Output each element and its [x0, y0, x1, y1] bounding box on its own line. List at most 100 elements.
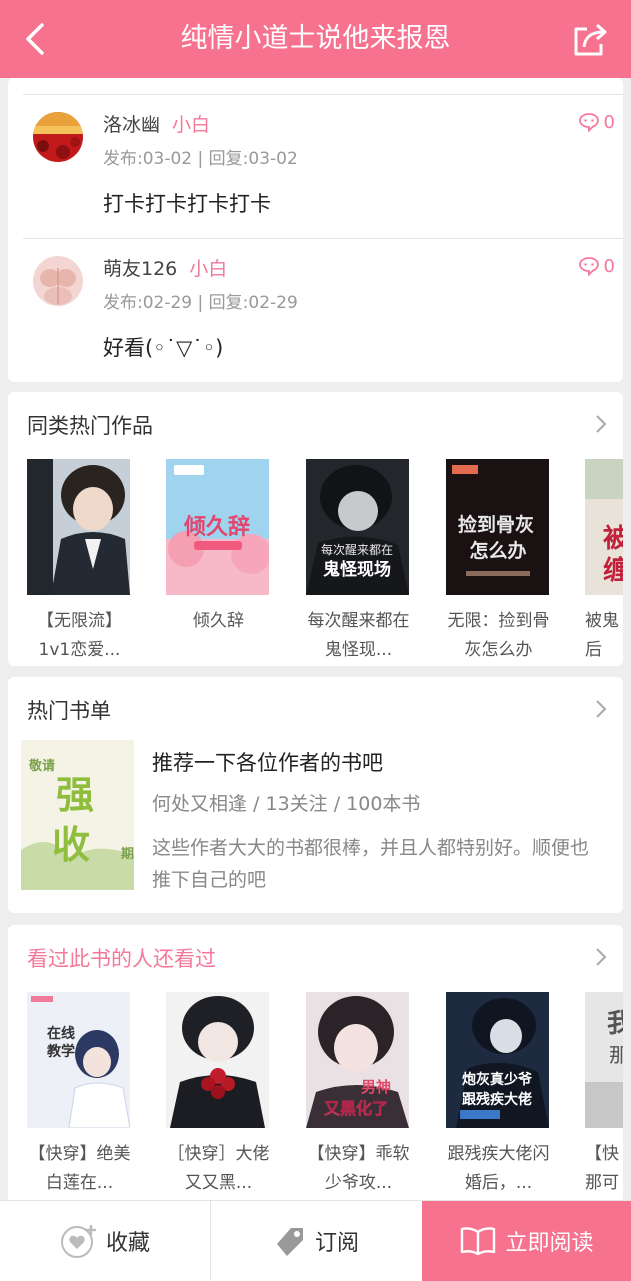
- comment-username[interactable]: 洛冰幽: [103, 114, 160, 136]
- book-title: 被鬼后: [585, 611, 619, 660]
- reply-count[interactable]: 0: [578, 254, 615, 278]
- book-cover[interactable]: 炮灰真少爷跟残疾大佬: [446, 992, 549, 1128]
- also-read-section: 看过此书的人还看过 在线 教学 【快穿】绝美白莲在... ［快穿］大佬又又黑...…: [8, 925, 623, 1205]
- book-title: 【快那可: [585, 1144, 619, 1193]
- heart-plus-icon: [60, 1225, 96, 1258]
- cover-text: 又黑化了: [323, 1099, 388, 1118]
- comment-user: 洛冰幽 小白: [103, 110, 210, 137]
- book-item[interactable]: 我那 【快那可: [585, 992, 623, 1193]
- book-cover[interactable]: [27, 459, 130, 595]
- cover-text: 倾久辞: [183, 514, 250, 540]
- collect-label: 收藏: [105, 1231, 150, 1256]
- cover-text: 每次醒来都在: [321, 542, 393, 557]
- comment-text: 打卡打卡打卡打卡: [103, 192, 271, 216]
- tag-icon: [276, 1228, 303, 1256]
- bottom-action-bar: 收藏 订阅 立即阅读: [0, 1200, 631, 1281]
- cover-text: 那: [609, 1043, 623, 1067]
- reply-count-value: 0: [603, 255, 615, 277]
- book-cover[interactable]: 我那: [585, 992, 623, 1128]
- comment-username[interactable]: 萌友126: [103, 258, 177, 280]
- section-title: 热门书单: [27, 699, 111, 723]
- reply-count-value: 0: [603, 111, 615, 133]
- book-row: 【无限流】1v1恋爱... 倾久辞 倾久辞 每次醒来都在鬼怪现场 每次醒来都在鬼…: [27, 459, 623, 660]
- reply-count[interactable]: 0: [578, 110, 615, 134]
- subscribe-button[interactable]: 订阅: [211, 1201, 421, 1281]
- book-cover[interactable]: 捡到骨灰 怎么办: [446, 459, 549, 595]
- chevron-right-icon[interactable]: [595, 699, 607, 719]
- cover-text: 我: [607, 1009, 623, 1039]
- cover-text: 缠: [603, 555, 623, 586]
- book-item[interactable]: 炮灰真少爷跟残疾大佬 跟残疾大佬闪婚后，...: [446, 992, 550, 1193]
- share-icon[interactable]: [571, 20, 611, 60]
- book-title: 【快穿】绝美白莲在...: [28, 1144, 131, 1193]
- comments-card: 洛冰幽 小白 发布:03-02 | 回复:03-02 打卡打卡打卡打卡 0 萌友1…: [8, 78, 623, 382]
- subscribe-label: 订阅: [314, 1231, 359, 1256]
- read-now-label: 立即阅读: [505, 1231, 594, 1256]
- booklist-meta: 何处又相逢 / 13关注 / 100本书: [152, 793, 421, 815]
- comment-meta: 发布:03-02 | 回复:03-02: [103, 149, 298, 169]
- book-item[interactable]: 【无限流】1v1恋爱...: [27, 459, 130, 660]
- booklist-cover[interactable]: 敬请强收期: [21, 740, 134, 890]
- book-item[interactable]: 被缠 被鬼后: [585, 459, 623, 660]
- book-title: 【快穿】乖软少爷攻...: [307, 1144, 410, 1193]
- cover-text: 期: [121, 847, 134, 862]
- chevron-right-icon[interactable]: [595, 414, 607, 434]
- avatar[interactable]: [33, 256, 83, 306]
- book-item[interactable]: 在线 教学 【快穿】绝美白莲在...: [27, 992, 131, 1193]
- user-level-badge: 小白: [189, 258, 228, 280]
- cover-text: 捡到骨灰: [458, 513, 534, 536]
- cover-text: 在线: [47, 1025, 75, 1042]
- book-title: 每次醒来都在鬼怪现...: [307, 611, 410, 660]
- book-cover[interactable]: 被缠: [585, 459, 623, 595]
- page-title: 纯情小道士说他来报恩: [180, 23, 451, 54]
- book-row: 在线 教学 【快穿】绝美白莲在... ［快穿］大佬又又黑... 男神又黑化了 【快…: [27, 992, 623, 1193]
- cover-text: 强: [56, 773, 94, 817]
- top-bar: 纯情小道士说他来报恩: [0, 0, 631, 78]
- divider: [23, 238, 623, 239]
- book-item[interactable]: ［快穿］大佬又又黑...: [166, 992, 270, 1193]
- comment-bubble-icon: [578, 257, 599, 276]
- cover-text: 收: [52, 823, 90, 867]
- cover-text: 被: [603, 524, 623, 554]
- cover-text: 怎么办: [469, 539, 526, 562]
- section-title: 同类热门作品: [27, 414, 153, 438]
- section-title: 看过此书的人还看过: [27, 947, 216, 971]
- book-cover[interactable]: [166, 992, 269, 1128]
- book-title: 倾久辞: [193, 611, 244, 631]
- cover-text: 跟残疾大佬: [462, 1091, 532, 1108]
- divider: [23, 94, 623, 95]
- user-level-badge: 小白: [172, 114, 211, 136]
- chevron-right-icon[interactable]: [595, 947, 607, 967]
- hot-booklist-section[interactable]: 热门书单 敬请强收期 推荐一下各位作者的书吧 何处又相逢 / 13关注 / 10…: [8, 677, 623, 913]
- book-title: 【无限流】1v1恋爱...: [37, 611, 122, 660]
- book-title: 无限：捡到骨灰怎么办: [447, 611, 550, 660]
- comment-user: 萌友126 小白: [103, 254, 227, 281]
- book-item[interactable]: 捡到骨灰怎么办 无限：捡到骨灰怎么办: [446, 459, 550, 660]
- avatar[interactable]: [33, 112, 83, 162]
- cover-text: 男神: [361, 1078, 391, 1096]
- cover-text: 敬请: [28, 758, 55, 774]
- cover-text: 教学: [47, 1043, 75, 1060]
- collect-button[interactable]: 收藏: [0, 1201, 210, 1281]
- cover-text: 鬼怪现场: [323, 559, 391, 580]
- book-item[interactable]: 每次醒来都在鬼怪现场 每次醒来都在鬼怪现...: [306, 459, 410, 660]
- book-cover[interactable]: 倾久辞: [166, 459, 269, 595]
- comment-bubble-icon: [578, 113, 599, 132]
- book-title: 跟残疾大佬闪婚后，...: [447, 1144, 550, 1193]
- booklist-description: 这些作者大大的书都很棒，并且人都特别好。顺便也推下自己的吧: [152, 837, 590, 891]
- book-cover[interactable]: 在线 教学: [27, 992, 130, 1128]
- read-now-button[interactable]: 立即阅读: [422, 1201, 631, 1281]
- book-item[interactable]: 倾久辞 倾久辞: [166, 459, 269, 631]
- cover-text: 炮灰真少爷: [462, 1071, 533, 1088]
- book-item[interactable]: 男神又黑化了 【快穿】乖软少爷攻...: [306, 992, 410, 1193]
- similar-works-section: 同类热门作品 【无限流】1v1恋爱... 倾久辞 倾久辞 每次醒来都在鬼怪现场 …: [8, 392, 623, 666]
- open-book-icon: [461, 1227, 496, 1256]
- comment-meta: 发布:02-29 | 回复:02-29: [103, 293, 298, 313]
- booklist-title: 推荐一下各位作者的书吧: [152, 751, 383, 775]
- comment-text: 好看(◦˙▽˙◦): [103, 336, 224, 360]
- book-cover[interactable]: 每次醒来都在鬼怪现场: [306, 459, 409, 595]
- comment-item[interactable]: 萌友126 小白 发布:02-29 | 回复:02-29 好看(◦˙▽˙◦) 0: [23, 254, 615, 374]
- comment-item[interactable]: 洛冰幽 小白 发布:03-02 | 回复:03-02 打卡打卡打卡打卡 0: [23, 110, 615, 230]
- book-cover[interactable]: 男神又黑化了: [306, 992, 409, 1128]
- book-title: ［快穿］大佬又又黑...: [167, 1144, 270, 1193]
